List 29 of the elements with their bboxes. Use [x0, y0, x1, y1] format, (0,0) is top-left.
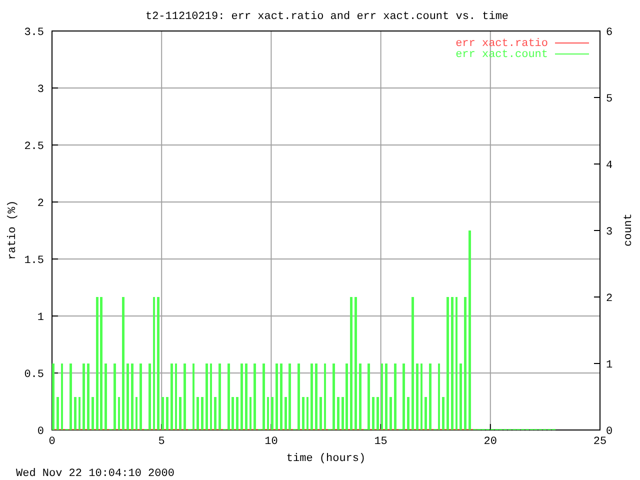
y2-tick-label: 2 [606, 293, 613, 305]
timestamp: Wed Nov 22 10:04:10 2000 [16, 468, 174, 480]
x-tick-label: 20 [484, 436, 497, 448]
y2-tick-label: 0 [606, 426, 613, 438]
y-tick-label: 1.5 [24, 255, 44, 267]
y-tick-label: 1 [37, 312, 44, 324]
x-tick-label: 15 [374, 436, 388, 448]
x-tick-label: 25 [593, 436, 607, 448]
y-tick-label: 2.5 [24, 141, 44, 153]
y-tick-label: 3 [37, 84, 44, 96]
y-tick-label: 0.5 [24, 369, 44, 381]
y2-tick-label: 5 [606, 94, 613, 106]
y2-tick-label: 1 [606, 360, 613, 372]
legend-line [554, 42, 590, 44]
y2-tick-label: 4 [606, 160, 613, 172]
x-tick-label: 0 [48, 436, 56, 448]
x-tick-label: 10 [264, 436, 278, 448]
y2-tick-label: 3 [606, 226, 613, 238]
y-tick-label: 0 [37, 426, 44, 438]
legend-label: err xact.ratio [456, 38, 548, 50]
legend-label: err xact.count [456, 49, 548, 61]
y-axis-label: ratio (%) [7, 200, 19, 260]
x-tick-label: 5 [158, 436, 165, 448]
y-tick-label: 3.5 [24, 27, 44, 39]
y-tick-label: 2 [37, 198, 44, 210]
x-axis-label: time (hours) [286, 453, 366, 465]
chart-title: t2-11210219: err xact.ratio and err xact.count vs. time [145, 11, 509, 23]
y2-axis-label: count [623, 214, 635, 246]
y2-tick-label: 6 [606, 27, 613, 39]
